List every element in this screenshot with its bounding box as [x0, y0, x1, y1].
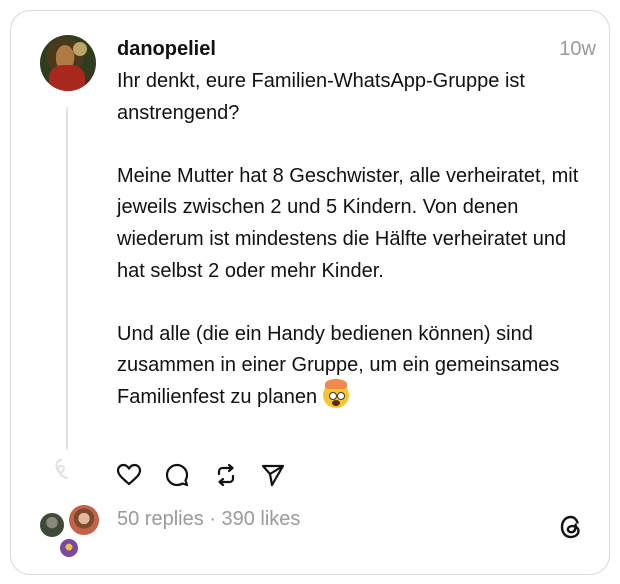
reply-avatar	[38, 511, 66, 539]
threads-logo-icon[interactable]	[557, 513, 585, 541]
reply-button[interactable]	[164, 462, 190, 488]
reply-avatar	[67, 503, 101, 537]
avatar[interactable]	[40, 35, 96, 91]
thread-loop-icon	[55, 459, 68, 479]
post-paragraph: Ihr denkt, eure Familien-WhatsApp-Gruppe…	[117, 70, 525, 124]
repost-button[interactable]	[213, 462, 239, 488]
repost-icon	[217, 463, 235, 487]
heart-icon	[116, 463, 142, 486]
post-paragraph: Meine Mutter hat 8 Geschwister, alle ver…	[117, 164, 579, 282]
engagement-stats[interactable]: 50 replies · 390 likes	[117, 508, 300, 531]
share-button[interactable]	[260, 462, 286, 488]
timestamp: 10w	[559, 38, 596, 60]
post-text: Ihr denkt, eure Familien-WhatsApp-Gruppe…	[117, 66, 587, 414]
exploding-head-emoji	[322, 378, 349, 408]
comment-icon	[165, 463, 189, 487]
share-icon	[261, 464, 285, 487]
thread-line	[66, 107, 68, 450]
like-button[interactable]	[116, 462, 142, 488]
reply-avatar	[58, 537, 80, 559]
post-paragraph: Und alle (die ein Handy bedienen können)…	[117, 319, 587, 414]
username[interactable]: danopeliel	[117, 38, 216, 61]
